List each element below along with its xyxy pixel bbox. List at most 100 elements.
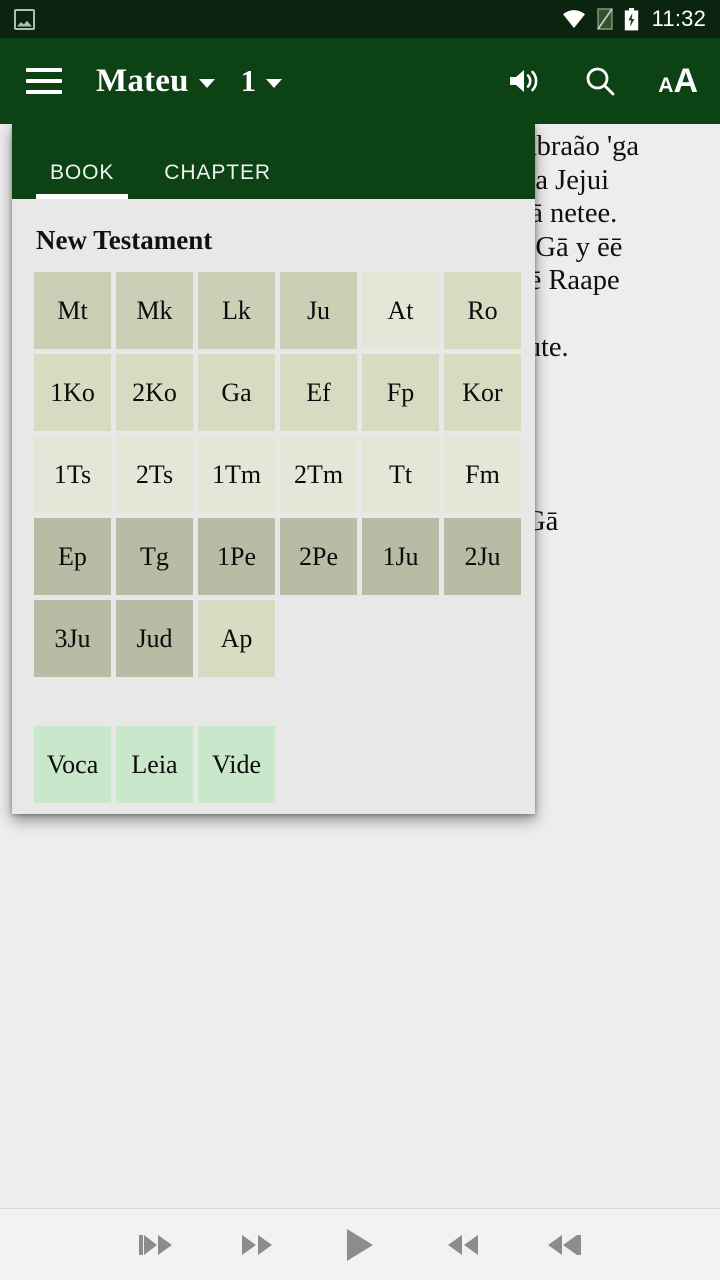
media-control-bar [0,1208,720,1280]
book-tile[interactable]: 1Pe [198,518,275,595]
extra-tile[interactable]: Leia [116,726,193,803]
font-size-icon[interactable]: AA [658,64,698,98]
chapter-selector-label: 1 [240,63,257,98]
book-tile-label: Jud [136,623,173,653]
book-tile-label: Tt [388,459,413,489]
book-tile[interactable]: 2Pe [280,518,357,595]
book-tile-label: Ro [467,295,498,325]
book-tile[interactable]: Ro [444,272,521,349]
book-tile-label: Ap [220,623,253,653]
search-icon[interactable] [582,63,618,99]
app-root: 11:32 Mateu 1 AA Abraão 'ga 'ga Jejui gā… [0,0,720,1280]
book-tile-label: Ep [58,541,87,571]
book-tile[interactable]: Ju [280,272,357,349]
extra-tile-label: Leia [131,749,178,779]
book-tile[interactable]: Fp [362,354,439,431]
book-tile[interactable]: Jud [116,600,193,677]
extra-tile-label: Vide [212,749,261,779]
dialog-body: New Testament Mt Mk Lk Ju At Ro 1Ko 2Ko Ga Ef Fp Ko… [12,199,535,814]
dialog-tab-bar: BOOK CHAPTER [12,124,535,199]
extra-tile-grid: Voca Leia Vide [34,726,513,803]
book-tile-label: Kor [462,377,503,407]
rewind-icon [242,1234,272,1255]
book-tile[interactable]: Mt [34,272,111,349]
book-tile[interactable]: Mk [116,272,193,349]
sim-off-icon [596,8,613,30]
section-title-new-testament: New Testament [36,225,213,255]
wifi-icon [562,10,585,28]
book-tile-label: At [387,295,414,325]
book-tile-label: 2Ko [132,377,177,407]
font-size-icon-big-a: A [673,62,698,100]
skip-previous-icon [139,1234,172,1255]
book-tile-label: Ef [306,377,331,407]
toolbar-actions: AA [506,63,698,99]
book-tile[interactable]: 2Ko [116,354,193,431]
book-tile[interactable]: 2Ju [444,518,521,595]
tab-chapter[interactable]: CHAPTER [150,161,285,199]
book-tile-label: Fp [386,377,415,407]
book-selector-button[interactable]: Mateu [96,63,215,100]
hamburger-menu-icon[interactable] [26,68,62,94]
book-tile[interactable]: Ef [280,354,357,431]
font-size-icon-small-a: A [658,74,674,97]
chevron-down-icon [266,78,283,88]
book-tile[interactable]: 1Tm [198,436,275,513]
book-tile-label: 2Ts [135,459,174,489]
chevron-down-icon [198,78,215,88]
book-picker-dialog: BOOK CHAPTER New Testament Mt Mk Lk Ju At Ro 1… [12,124,535,814]
book-tile-label: Mk [136,295,173,325]
battery-charging-icon [624,7,638,30]
book-tile-label: 2Tm [293,459,344,489]
book-tile-label: Mt [57,295,88,325]
book-tile[interactable]: 2Tm [280,436,357,513]
chapter-selector-button[interactable]: 1 [241,63,283,99]
book-tile-label: 1Ts [53,459,92,489]
tab-chapter-label: CHAPTER [164,161,271,184]
book-tile[interactable]: Ep [34,518,111,595]
rewind-button[interactable] [235,1225,281,1265]
volume-icon[interactable] [506,63,542,99]
extra-tile[interactable]: Vide [198,726,275,803]
fast-forward-button[interactable] [439,1225,485,1265]
book-tile-label: Tg [140,541,169,571]
book-tile-label: Lk [222,295,251,325]
book-tile[interactable]: Kor [444,354,521,431]
book-tile[interactable]: 1Ko [34,354,111,431]
book-tile-label: 1Ko [50,377,95,407]
book-tile[interactable]: At [362,272,439,349]
status-bar-left [14,8,35,30]
book-tile[interactable]: 2Ts [116,436,193,513]
status-bar-right: 11:32 [562,6,706,32]
book-tile[interactable]: Lk [198,272,275,349]
book-tile-label: 1Ju [382,541,419,571]
photo-notification-icon [14,8,35,30]
book-tile-label: 2Pe [299,541,338,571]
tab-book[interactable]: BOOK [36,161,129,199]
book-tile[interactable]: 1Ju [362,518,439,595]
book-tile[interactable]: Ga [198,354,275,431]
play-button[interactable] [337,1225,383,1265]
book-tile-label: Ju [306,295,331,325]
book-tile[interactable]: 1Ts [34,436,111,513]
skip-previous-button[interactable] [133,1225,179,1265]
book-tile-label: 3Ju [54,623,91,653]
skip-next-button[interactable] [541,1225,587,1265]
book-selector-label: Mateu [96,62,189,99]
extra-tile[interactable]: Voca [34,726,111,803]
skip-next-icon [548,1234,581,1255]
fast-forward-icon [448,1234,478,1255]
book-tile[interactable]: Tg [116,518,193,595]
play-icon [347,1228,373,1261]
app-toolbar: Mateu 1 AA [0,38,720,124]
book-tile-grid: Mt Mk Lk Ju At Ro 1Ko 2Ko Ga Ef Fp Kor 1Ts 2Ts 1Tm 2Tm T… [34,272,521,677]
status-bar: 11:32 [0,0,720,38]
book-tile[interactable]: Tt [362,436,439,513]
book-tile[interactable]: 3Ju [34,600,111,677]
book-tile[interactable]: Fm [444,436,521,513]
book-tile[interactable]: Ap [198,600,275,677]
status-bar-clock: 11:32 [651,6,706,31]
tab-book-label: BOOK [50,161,115,184]
book-tile-label: 2Ju [464,541,501,571]
book-tile-label: Ga [221,377,252,407]
